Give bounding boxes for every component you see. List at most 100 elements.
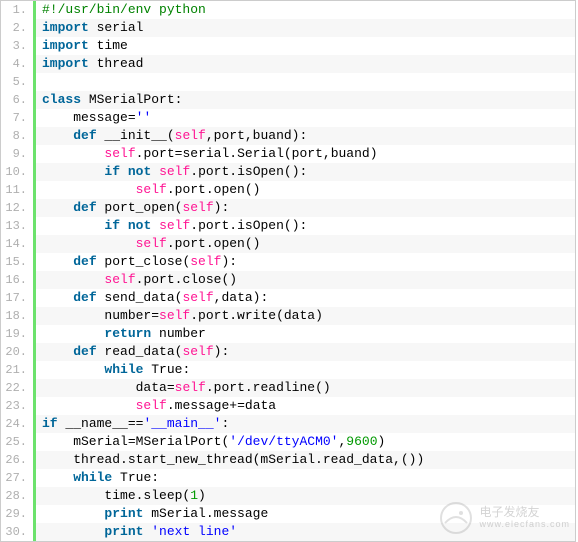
code-content: number=self.port.write(data) <box>36 307 575 325</box>
token: self <box>104 146 135 161</box>
code-content: message='' <box>36 109 575 127</box>
token <box>151 164 159 179</box>
line-number: 19. <box>1 325 33 343</box>
token: open <box>214 236 245 251</box>
code-content: def send_data(self,data): <box>36 289 575 307</box>
line-number: 7. <box>1 109 33 127</box>
token: self <box>182 290 213 305</box>
token <box>42 398 136 413</box>
line-number: 12. <box>1 199 33 217</box>
token: def <box>73 254 96 269</box>
code-content: self.port.close() <box>36 271 575 289</box>
token: thread <box>89 56 144 71</box>
code-content: data=self.port.readline() <box>36 379 575 397</box>
token: self <box>136 398 167 413</box>
token: while <box>73 470 112 485</box>
code-content: while True: <box>36 361 575 379</box>
token: return <box>104 326 151 341</box>
code-line: 4.import thread <box>1 55 575 73</box>
token: open <box>214 182 245 197</box>
token: .port.isOpen(): <box>190 218 307 233</box>
code-content: thread.start_new_thread(mSerial.read_dat… <box>36 451 575 469</box>
token: __init__( <box>97 128 175 143</box>
code-line: 20. def read_data(self): <box>1 343 575 361</box>
token: self <box>175 380 206 395</box>
token: print <box>104 506 143 521</box>
line-number: 4. <box>1 55 33 73</box>
token: : <box>182 362 190 377</box>
token: self <box>190 254 221 269</box>
token: read_data( <box>97 344 183 359</box>
code-content: if not self.port.isOpen(): <box>36 217 575 235</box>
code-line: 17. def send_data(self,data): <box>1 289 575 307</box>
token: + <box>229 398 237 413</box>
code-line: 27. while True: <box>1 469 575 487</box>
line-number: 3. <box>1 37 33 55</box>
code-line: 24.if __name__=='__main__': <box>1 415 575 433</box>
token: import <box>42 38 89 53</box>
code-line: 21. while True: <box>1 361 575 379</box>
line-number: 25. <box>1 433 33 451</box>
token: self <box>182 200 213 215</box>
token: def <box>73 290 96 305</box>
token <box>151 218 159 233</box>
token <box>42 272 104 287</box>
token: self <box>159 164 190 179</box>
code-line: 14. self.port.open() <box>1 235 575 253</box>
token: not <box>128 164 151 179</box>
line-number: 28. <box>1 487 33 505</box>
token: ): <box>214 200 230 215</box>
token <box>120 218 128 233</box>
code-line: 22. data=self.port.readline() <box>1 379 575 397</box>
code-line: 25. mSerial=MSerialPort('/dev/ttyACM0',9… <box>1 433 575 451</box>
code-line: 8. def __init__(self,port,buand): <box>1 127 575 145</box>
line-number: 6. <box>1 91 33 109</box>
token: : <box>221 416 229 431</box>
code-content: self.port.open() <box>36 235 575 253</box>
token: ,port,buand): <box>206 128 307 143</box>
token <box>42 362 104 377</box>
line-number: 16. <box>1 271 33 289</box>
code-line: 11. self.port.open() <box>1 181 575 199</box>
line-number: 2. <box>1 19 33 37</box>
line-number: 29. <box>1 505 33 523</box>
token: = <box>237 398 245 413</box>
token: def <box>73 200 96 215</box>
line-number: 5. <box>1 73 33 91</box>
token <box>42 146 104 161</box>
code-line: 23. self.message+=data <box>1 397 575 415</box>
token: def <box>73 344 96 359</box>
line-number: 17. <box>1 289 33 307</box>
code-content: self.message+=data <box>36 397 575 415</box>
code-line: 16. self.port.close() <box>1 271 575 289</box>
line-number: 1. <box>1 1 33 19</box>
token: if <box>104 164 120 179</box>
token: self <box>182 344 213 359</box>
code-content: while True: <box>36 469 575 487</box>
token: .port. <box>167 182 214 197</box>
token: not <box>128 218 151 233</box>
token: .port.close() <box>136 272 237 287</box>
token <box>42 128 73 143</box>
code-line: 30. print 'next line' <box>1 523 575 541</box>
token: if <box>104 218 120 233</box>
code-line: 9. self.port=serial.Serial(port,buand) <box>1 145 575 163</box>
code-content: class MSerialPort: <box>36 91 575 109</box>
token: '__main__' <box>143 416 221 431</box>
token: () <box>245 182 261 197</box>
code-line: 3.import time <box>1 37 575 55</box>
code-content: mSerial=MSerialPort('/dev/ttyACM0',9600) <box>36 433 575 451</box>
token: __name__ <box>58 416 128 431</box>
code-content: def __init__(self,port,buand): <box>36 127 575 145</box>
code-line: 10. if not self.port.isOpen(): <box>1 163 575 181</box>
code-line: 13. if not self.port.isOpen(): <box>1 217 575 235</box>
token: ) <box>378 434 386 449</box>
token: mSerial.message <box>143 506 268 521</box>
code-line: 26. thread.start_new_thread(mSerial.read… <box>1 451 575 469</box>
token: self <box>159 218 190 233</box>
token: = <box>151 308 159 323</box>
token: message <box>42 110 128 125</box>
token: time.sleep( <box>42 488 190 503</box>
token: = <box>128 434 136 449</box>
token: MSerialPort: <box>81 92 182 107</box>
